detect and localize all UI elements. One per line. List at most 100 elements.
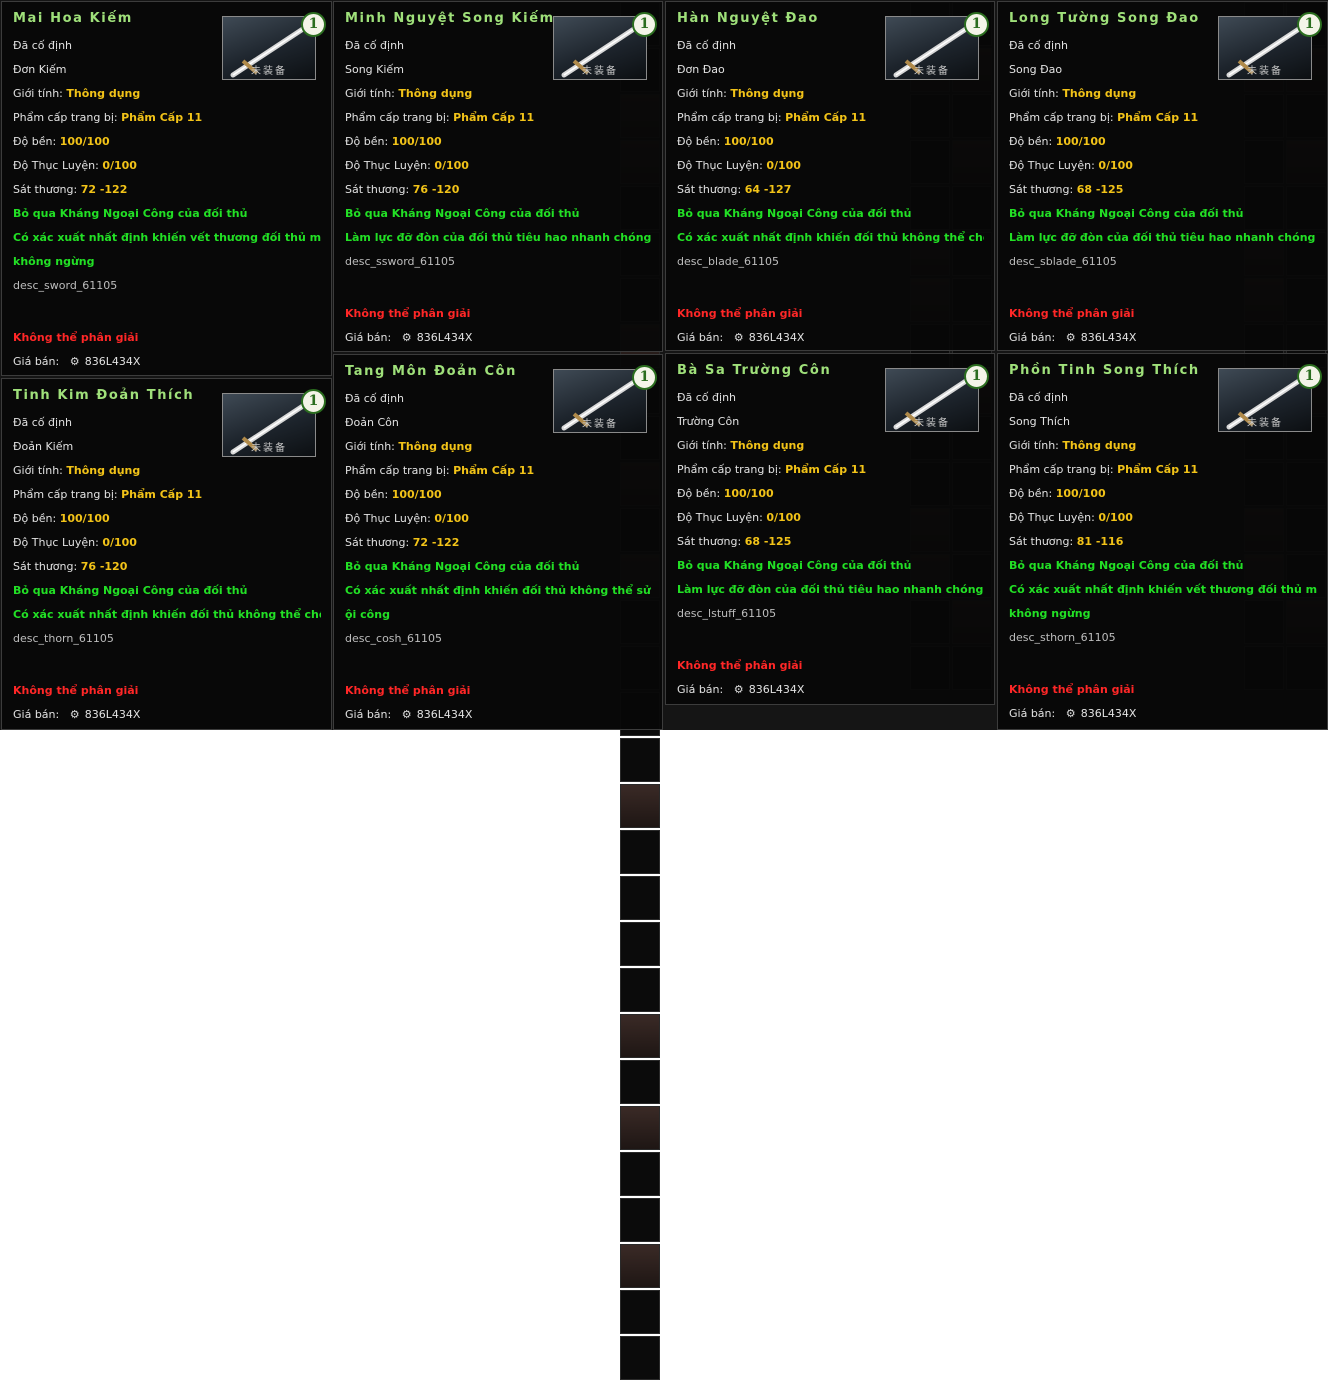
- price-row: Giá bán: ⚙ 836L434X: [677, 326, 984, 350]
- durability-value: 100/100: [1055, 135, 1106, 148]
- inventory-slot[interactable]: [620, 1198, 660, 1242]
- grade-value: Phẩm Cấp 11: [1117, 463, 1199, 476]
- thumb-label: 未装备: [582, 66, 618, 77]
- effect-line: Có xác xuất nhất định khiến đối thủ khôn…: [677, 231, 984, 244]
- gender-row: Giới tính: Thông dụng: [677, 434, 984, 458]
- refine-label: Độ Thục Luyện:: [677, 159, 767, 172]
- price-row: Giá bán: ⚙ 836L434X: [1009, 326, 1317, 350]
- damage-label: Sát thương:: [677, 535, 745, 548]
- grade-value: Phẩm Cấp 11: [453, 464, 535, 477]
- item-tooltip: Mai Hoa Kiếm Đã cố định Đơn Kiếm Giới tí…: [1, 1, 332, 376]
- coin-icon: ⚙: [1065, 707, 1076, 720]
- grade-label: Phẩm cấp trang bị:: [13, 488, 122, 501]
- price-label: Giá bán:: [13, 708, 63, 721]
- price-value: 836L434X: [416, 708, 473, 721]
- thumb-label: 未装备: [251, 443, 287, 454]
- durability-value: 100/100: [59, 512, 110, 525]
- coin-icon: ⚙: [401, 331, 412, 344]
- item-tooltip: Phồn Tinh Song Thích Đã cố định Song Thí…: [997, 353, 1328, 730]
- grade-row: Phẩm cấp trang bị: Phẩm Cấp 11: [345, 459, 652, 483]
- gender-row: Giới tính: Thông dụng: [1009, 82, 1317, 106]
- durability-label: Độ bền:: [13, 135, 60, 148]
- grade-label: Phẩm cấp trang bị:: [345, 111, 454, 124]
- refine-label: Độ Thục Luyện:: [13, 536, 103, 549]
- durability-value: 100/100: [391, 488, 442, 501]
- price-row: Giá bán: ⚙ 836L434X: [345, 703, 652, 727]
- refine-row: Độ Thục Luyện: 0/100: [345, 507, 652, 531]
- price-label: Giá bán:: [677, 683, 727, 696]
- gender-row: Giới tính: Thông dụng: [13, 82, 321, 106]
- inventory-slot[interactable]: [620, 876, 660, 920]
- refine-value: 0/100: [766, 511, 801, 524]
- price-row: Giá bán: ⚙ 836L434X: [677, 678, 984, 702]
- damage-row: Sát thương: 76 -120: [13, 555, 321, 579]
- durability-value: 100/100: [723, 135, 774, 148]
- inventory-slot[interactable]: [620, 1244, 660, 1288]
- durability-label: Độ bền:: [345, 135, 392, 148]
- refine-row: Độ Thục Luyện: 0/100: [1009, 506, 1317, 530]
- no-decompose-notice: Không thể phân giải: [345, 684, 471, 697]
- effect-line: Làm lực đỡ đòn của đối thủ tiêu hao nhan…: [677, 583, 984, 596]
- refine-value: 0/100: [434, 159, 469, 172]
- refine-row: Độ Thục Luyện: 0/100: [1009, 154, 1317, 178]
- effect-line: không ngừng: [13, 255, 95, 268]
- item-desc-key: desc_cosh_61105: [345, 632, 443, 645]
- no-decompose-notice: Không thể phân giải: [677, 307, 803, 320]
- damage-row: Sát thương: 64 -127: [677, 178, 984, 202]
- effects-list: Bỏ qua Kháng Ngoại Công của đối thủ Có xá…: [13, 202, 321, 274]
- effect-line: Làm lực đỡ đòn của đối thủ tiêu hao nhan…: [1009, 231, 1316, 244]
- inventory-slot[interactable]: [620, 1290, 660, 1334]
- damage-row: Sát thương: 72 -122: [345, 531, 652, 555]
- inventory-slot[interactable]: [620, 830, 660, 874]
- inventory-slot[interactable]: [620, 1060, 660, 1104]
- gender-label: Giới tính:: [677, 87, 731, 100]
- inventory-slot[interactable]: [620, 1336, 660, 1380]
- inventory-slot[interactable]: [620, 1152, 660, 1196]
- no-decompose-notice: Không thể phân giải: [677, 659, 803, 672]
- effect-line: Có xác xuất nhất định khiến vết thương đ…: [1009, 583, 1317, 596]
- inventory-slot[interactable]: [620, 1106, 660, 1150]
- refine-row: Độ Thục Luyện: 0/100: [13, 531, 321, 555]
- gender-row: Giới tính: Thông dụng: [345, 82, 652, 106]
- coin-icon: ⚙: [69, 708, 80, 721]
- grade-value: Phẩm Cấp 11: [453, 111, 535, 124]
- grade-value: Phẩm Cấp 11: [785, 111, 867, 124]
- effects-list: Bỏ qua Kháng Ngoại Công của đối thủ Có xá…: [345, 555, 652, 627]
- level-badge-icon: 1: [301, 12, 326, 37]
- durability-label: Độ bền:: [1009, 487, 1056, 500]
- damage-row: Sát thương: 81 -116: [1009, 530, 1317, 554]
- durability-row: Độ bền: 100/100: [13, 130, 321, 154]
- durability-row: Độ bền: 100/100: [345, 130, 652, 154]
- grade-value: Phẩm Cấp 11: [121, 488, 203, 501]
- inventory-slot[interactable]: [620, 784, 660, 828]
- effects-list: Bỏ qua Kháng Ngoại Công của đối thủ Làm l…: [677, 554, 984, 602]
- effect-line: Bỏ qua Kháng Ngoại Công của đối thủ: [677, 559, 912, 572]
- gender-label: Giới tính:: [345, 87, 399, 100]
- thumb-label: 未装备: [1247, 418, 1283, 429]
- thumb-label: 未装备: [1247, 66, 1283, 77]
- gender-label: Giới tính:: [1009, 439, 1063, 452]
- refine-label: Độ Thục Luyện:: [13, 159, 103, 172]
- inventory-slot[interactable]: [620, 968, 660, 1012]
- grade-row: Phẩm cấp trang bị: Phẩm Cấp 11: [345, 106, 652, 130]
- price-label: Giá bán:: [677, 331, 727, 344]
- damage-row: Sát thương: 72 -122: [13, 178, 321, 202]
- coin-icon: ⚙: [733, 683, 744, 696]
- inventory-slot[interactable]: [620, 1014, 660, 1058]
- grade-label: Phẩm cấp trang bị:: [677, 111, 786, 124]
- damage-row: Sát thương: 76 -120: [345, 178, 652, 202]
- durability-label: Độ bền:: [1009, 135, 1056, 148]
- damage-value: 68 -125: [744, 535, 792, 548]
- item-tooltip: Tinh Kim Đoản Thích Đã cố định Đoản Kiếm…: [1, 378, 332, 730]
- damage-value: 81 -116: [1076, 535, 1124, 548]
- effects-list: Bỏ qua Kháng Ngoại Công của đối thủ Làm l…: [345, 202, 652, 250]
- grade-row: Phẩm cấp trang bị: Phẩm Cấp 11: [13, 106, 321, 130]
- effect-line: Bỏ qua Kháng Ngoại Công của đối thủ: [345, 560, 580, 573]
- level-badge-icon: 1: [301, 389, 326, 414]
- refine-value: 0/100: [434, 512, 469, 525]
- price-row: Giá bán: ⚙ 836L434X: [13, 703, 321, 727]
- gender-value: Thông dụng: [66, 87, 141, 100]
- inventory-slot[interactable]: [620, 922, 660, 966]
- inventory-slot[interactable]: [620, 738, 660, 782]
- no-decompose-notice: Không thể phân giải: [345, 307, 471, 320]
